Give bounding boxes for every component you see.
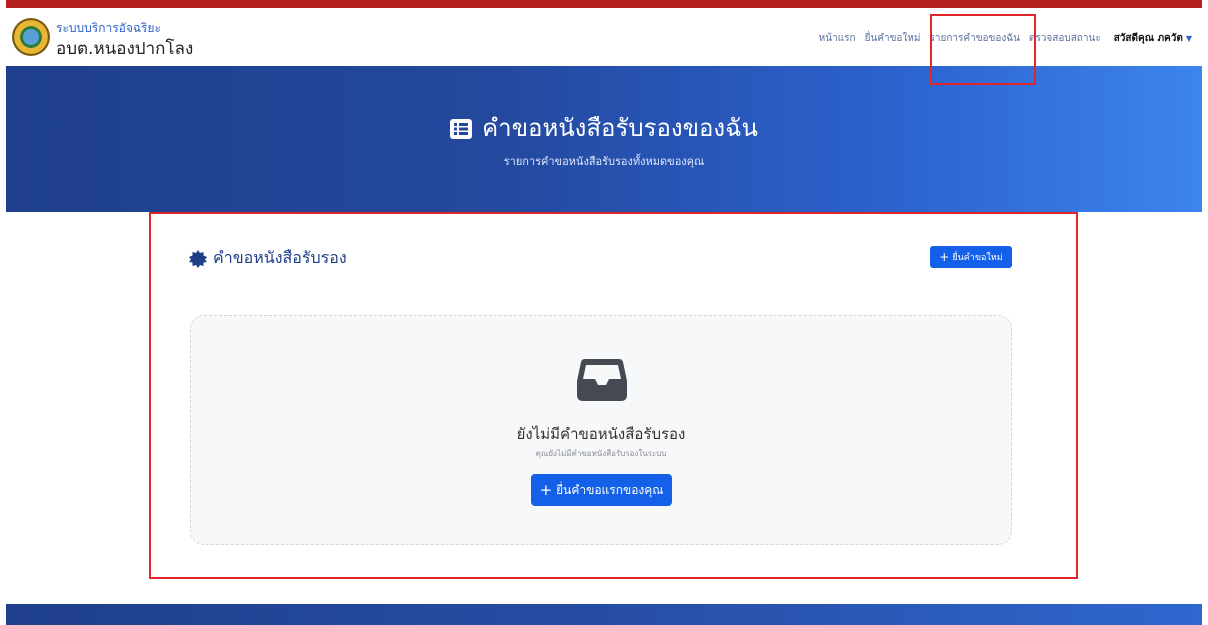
user-menu[interactable]: สวัสดีคุณ ภควัต ▼ xyxy=(1114,31,1192,46)
page-hero: คำขอหนังสือรับรองของฉัน รายการคำขอหนังสื… xyxy=(6,66,1202,212)
highlight-box-nav xyxy=(930,14,1036,85)
certificate-badge-icon xyxy=(189,249,207,268)
list-icon xyxy=(450,117,473,145)
first-request-button[interactable]: + ยื่นคำขอแรกของคุณ xyxy=(531,474,672,506)
nav-check-status[interactable]: ตรวจสอบสถานะ xyxy=(1029,31,1101,46)
section-title: คำขอหนังสือรับรอง xyxy=(213,248,347,267)
new-request-label: ยื่นคำขอใหม่ xyxy=(952,253,1003,263)
empty-state-title: ยังไม่มีคำขอหนังสือรับรอง xyxy=(516,425,686,443)
plus-icon: + xyxy=(539,480,553,499)
page-subtitle: รายการคำขอหนังสือรับรองทั้งหมดของคุณ xyxy=(503,155,705,168)
inbox-icon xyxy=(577,359,627,401)
plus-icon: + xyxy=(939,250,950,264)
user-greeting: สวัสดีคุณ ภควัต xyxy=(1113,33,1183,44)
empty-state-subtitle: คุณยังไม่มีคำขอหนังสือรับรองในระบบ xyxy=(535,449,667,458)
caret-down-icon: ▼ xyxy=(1185,34,1192,43)
brand-name[interactable]: อบต.หนองปากโลง xyxy=(56,35,193,62)
logo-emblem xyxy=(23,29,39,45)
nav-new-request[interactable]: ยื่นคำขอใหม่ xyxy=(865,31,921,46)
new-request-button[interactable]: + ยื่นคำขอใหม่ xyxy=(930,246,1012,268)
nav-home[interactable]: หน้าแรก xyxy=(819,31,856,46)
section-header: คำขอหนังสือรับรอง xyxy=(189,246,347,271)
empty-state-card: ยังไม่มีคำขอหนังสือรับรอง คุณยังไม่มีคำข… xyxy=(190,315,1012,545)
first-request-label: ยื่นคำขอแรกของคุณ xyxy=(556,482,664,497)
page-footer xyxy=(6,604,1202,625)
page-title-row: คำขอหนังสือรับรองของฉัน xyxy=(6,108,1202,147)
page-title: คำขอหนังสือรับรองของฉัน xyxy=(482,114,758,142)
organization-logo[interactable] xyxy=(12,18,50,56)
top-accent-bar xyxy=(6,0,1202,8)
